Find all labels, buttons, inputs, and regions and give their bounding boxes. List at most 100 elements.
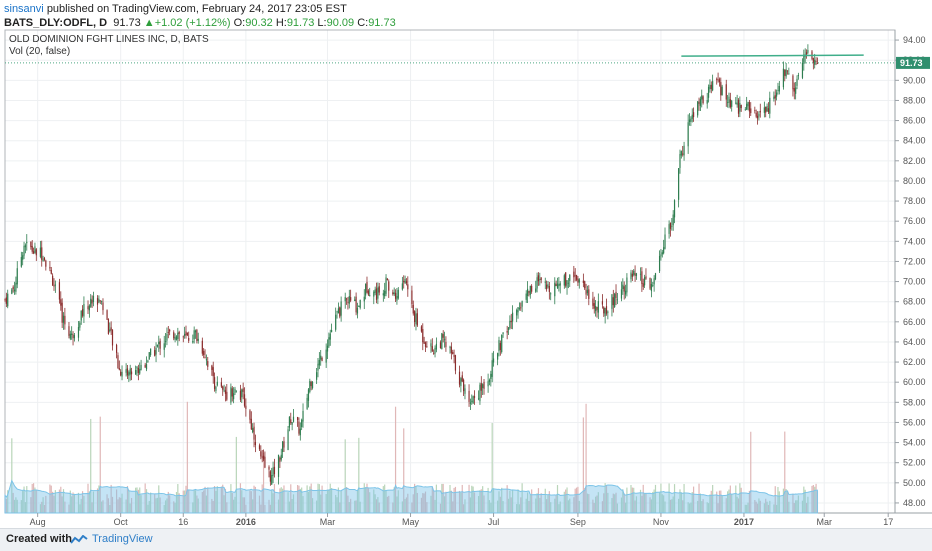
trendline[interactable] xyxy=(681,54,864,57)
candle-body xyxy=(603,307,605,314)
candle-body xyxy=(488,379,491,382)
candle-body xyxy=(88,305,90,311)
candle-body xyxy=(430,343,432,347)
candle-body xyxy=(347,301,349,303)
candle-body xyxy=(182,336,184,338)
candle-body xyxy=(460,378,462,387)
candle-body xyxy=(279,457,281,462)
candle-body xyxy=(788,73,790,75)
candle-body xyxy=(163,343,165,350)
candle-body xyxy=(367,290,369,295)
candle-body xyxy=(298,421,300,434)
candle-body xyxy=(58,282,61,300)
candle-body xyxy=(649,277,651,289)
candle-body xyxy=(526,288,529,297)
y-tick-label: 68.00 xyxy=(903,297,926,307)
candle-body xyxy=(150,348,152,356)
y-tick-label: 84.00 xyxy=(903,136,926,146)
candle-body xyxy=(81,309,84,316)
candle-body xyxy=(292,416,295,422)
candle-body xyxy=(697,101,699,116)
y-tick-label: 64.00 xyxy=(903,337,926,347)
y-tick-label: 94.00 xyxy=(903,35,926,45)
candle-body xyxy=(801,62,804,78)
candle-body xyxy=(778,85,780,92)
candle-body xyxy=(272,467,274,476)
candle-body xyxy=(748,102,750,112)
y-tick-label: 56.00 xyxy=(903,417,926,427)
candle-body xyxy=(615,291,617,299)
candle-body xyxy=(345,298,348,300)
candle-body xyxy=(316,372,318,380)
y-tick-label: 54.00 xyxy=(903,438,926,448)
y-tick-label: 48.00 xyxy=(903,498,926,508)
candle-body xyxy=(216,381,218,386)
created-with-label: Created with xyxy=(6,533,73,545)
candle-body xyxy=(565,272,567,286)
candle-body xyxy=(291,422,293,425)
candle-body xyxy=(574,275,576,277)
candle-body xyxy=(650,284,653,292)
candle-body xyxy=(483,381,485,389)
candle-body xyxy=(24,245,27,248)
candle-body xyxy=(167,332,169,333)
candle-body xyxy=(707,86,710,98)
candle-body xyxy=(767,108,770,112)
candle-body xyxy=(339,307,341,317)
candle-body xyxy=(175,336,178,340)
candle-body xyxy=(517,307,519,313)
candle-body xyxy=(110,327,112,331)
candle-body xyxy=(654,273,657,280)
candle-body xyxy=(394,292,397,299)
candle-body xyxy=(435,343,437,350)
candle-body xyxy=(759,110,761,113)
candle-body xyxy=(11,289,13,294)
candle-body xyxy=(498,340,500,352)
candle-body xyxy=(7,293,9,307)
candle-body xyxy=(193,330,195,340)
candle-body xyxy=(96,298,99,305)
candle-body xyxy=(148,352,150,360)
x-tick-label: May xyxy=(402,517,420,527)
candle-body xyxy=(777,89,779,91)
candle-body xyxy=(439,342,442,348)
candle-body xyxy=(434,347,436,354)
candle-body xyxy=(769,97,771,114)
candle-body xyxy=(540,277,542,281)
candle-body xyxy=(107,319,110,334)
candle-body xyxy=(374,289,376,293)
y-tick-label: 88.00 xyxy=(903,95,926,105)
candle-body xyxy=(422,329,424,343)
candle-body xyxy=(747,102,749,107)
candle-body xyxy=(468,390,470,402)
candle-body xyxy=(797,75,799,77)
candle-body xyxy=(544,281,546,283)
candle-body xyxy=(344,297,346,302)
candle-body xyxy=(396,295,398,301)
candle-body xyxy=(691,114,693,119)
candle-body xyxy=(464,388,466,394)
candle-body xyxy=(204,357,206,359)
candle-body xyxy=(340,301,342,316)
candle-body xyxy=(497,353,499,360)
candle-body xyxy=(585,289,587,295)
candle-body xyxy=(192,341,194,343)
candle-body xyxy=(706,100,708,104)
price-chart[interactable]: 48.00 50.00 52.00 54.00 56.00 58.00 60.00 62.00… xyxy=(0,0,932,528)
candle-body xyxy=(61,302,63,323)
legend-volume: Vol (20, false) xyxy=(9,46,70,57)
y-tick-label: 52.00 xyxy=(903,458,926,468)
candle-body xyxy=(727,101,729,103)
candle-body xyxy=(145,364,148,370)
candle-body xyxy=(433,353,435,355)
candle-body xyxy=(273,466,276,475)
tradingview-brand[interactable]: TradingView xyxy=(92,533,153,545)
candle-body xyxy=(241,389,243,398)
candle-body xyxy=(728,96,730,103)
candle-body xyxy=(683,145,685,156)
y-tick-label: 60.00 xyxy=(903,377,926,387)
candle-body xyxy=(569,274,571,281)
candle-body xyxy=(242,388,244,392)
candle-body xyxy=(317,363,319,371)
candle-body xyxy=(795,87,797,94)
